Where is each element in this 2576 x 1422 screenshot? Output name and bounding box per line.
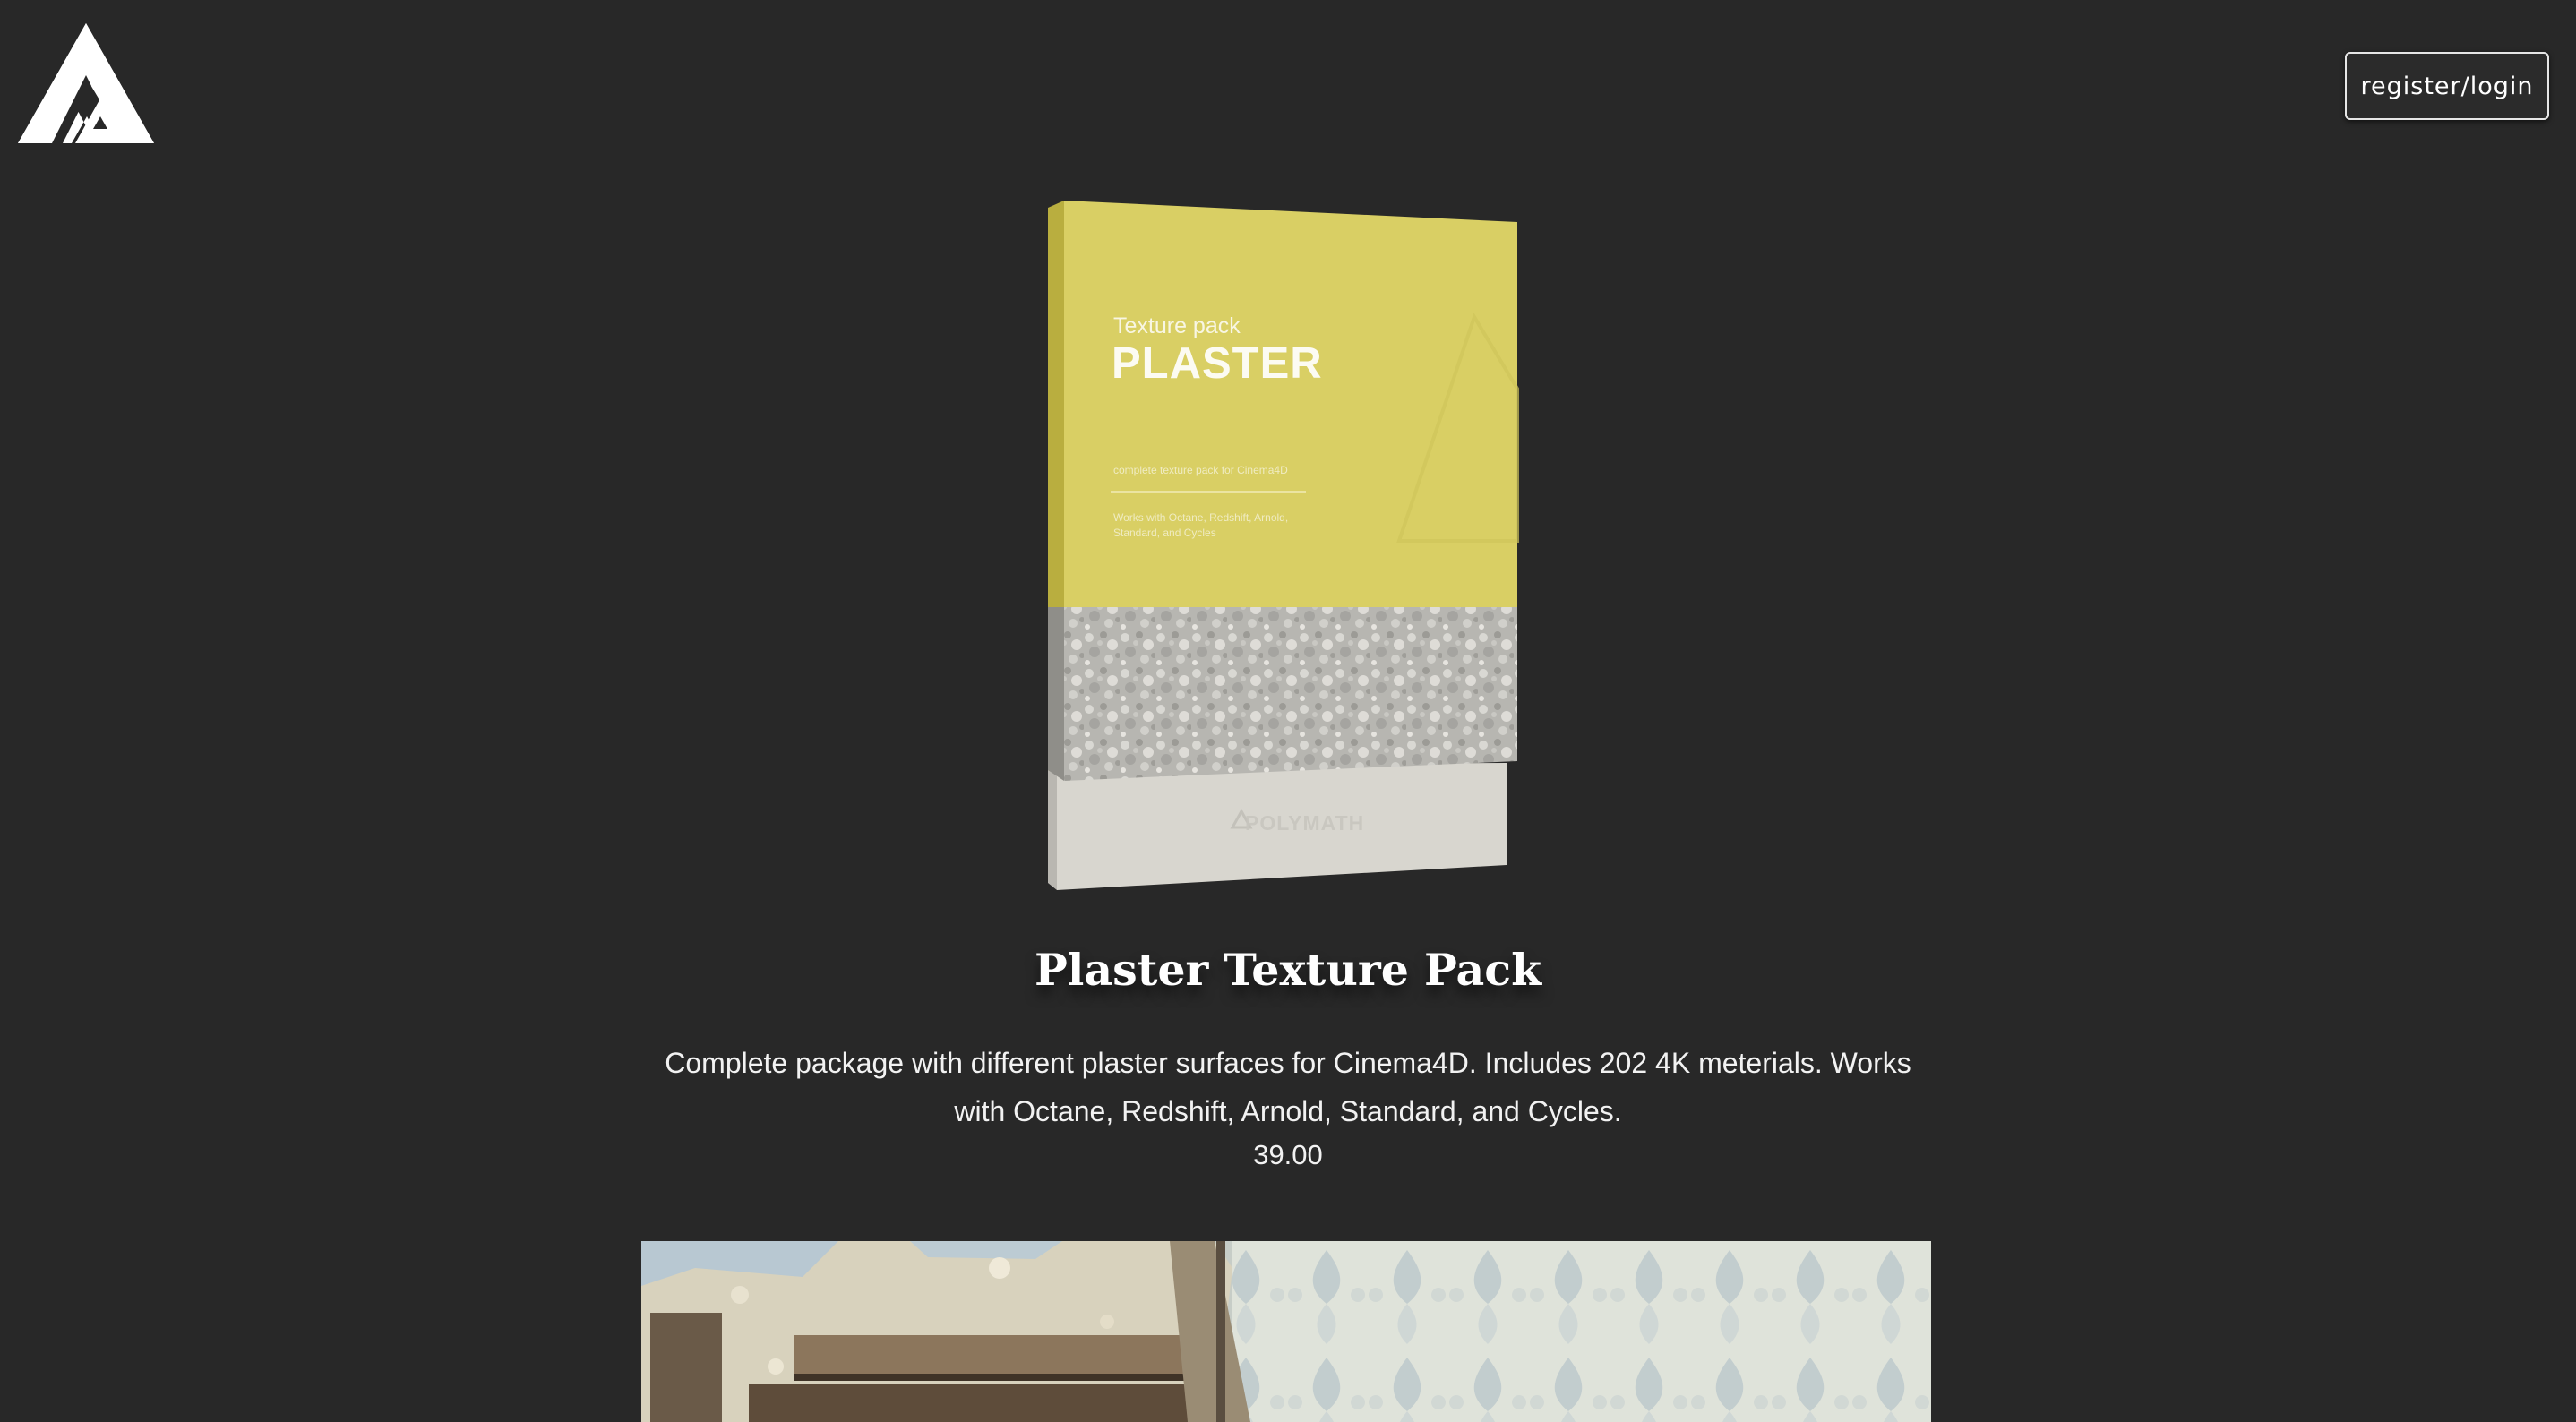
register-login-button[interactable]: register/login xyxy=(2345,52,2549,120)
product-description: Complete package with different plaster … xyxy=(665,1047,1911,1127)
product-price: 39.00 xyxy=(1253,1139,1323,1170)
box-tagline: complete texture pack for Cinema4D xyxy=(1113,464,1288,476)
plaster-preview-image xyxy=(641,1241,1931,1422)
product-title: Plaster Texture Pack xyxy=(1034,944,1542,996)
polymath-logo-icon[interactable] xyxy=(18,23,154,143)
page: register/login Texture pack PLASTER comp… xyxy=(0,0,2576,1422)
product-box-image xyxy=(1048,201,1519,890)
box-brand: POLYMATH xyxy=(1245,811,1365,835)
box-title: PLASTER xyxy=(1112,339,1323,388)
box-subtitle: Texture pack xyxy=(1113,313,1241,338)
box-compat: Works with Octane, Redshift, Arnold, Sta… xyxy=(1113,511,1289,539)
